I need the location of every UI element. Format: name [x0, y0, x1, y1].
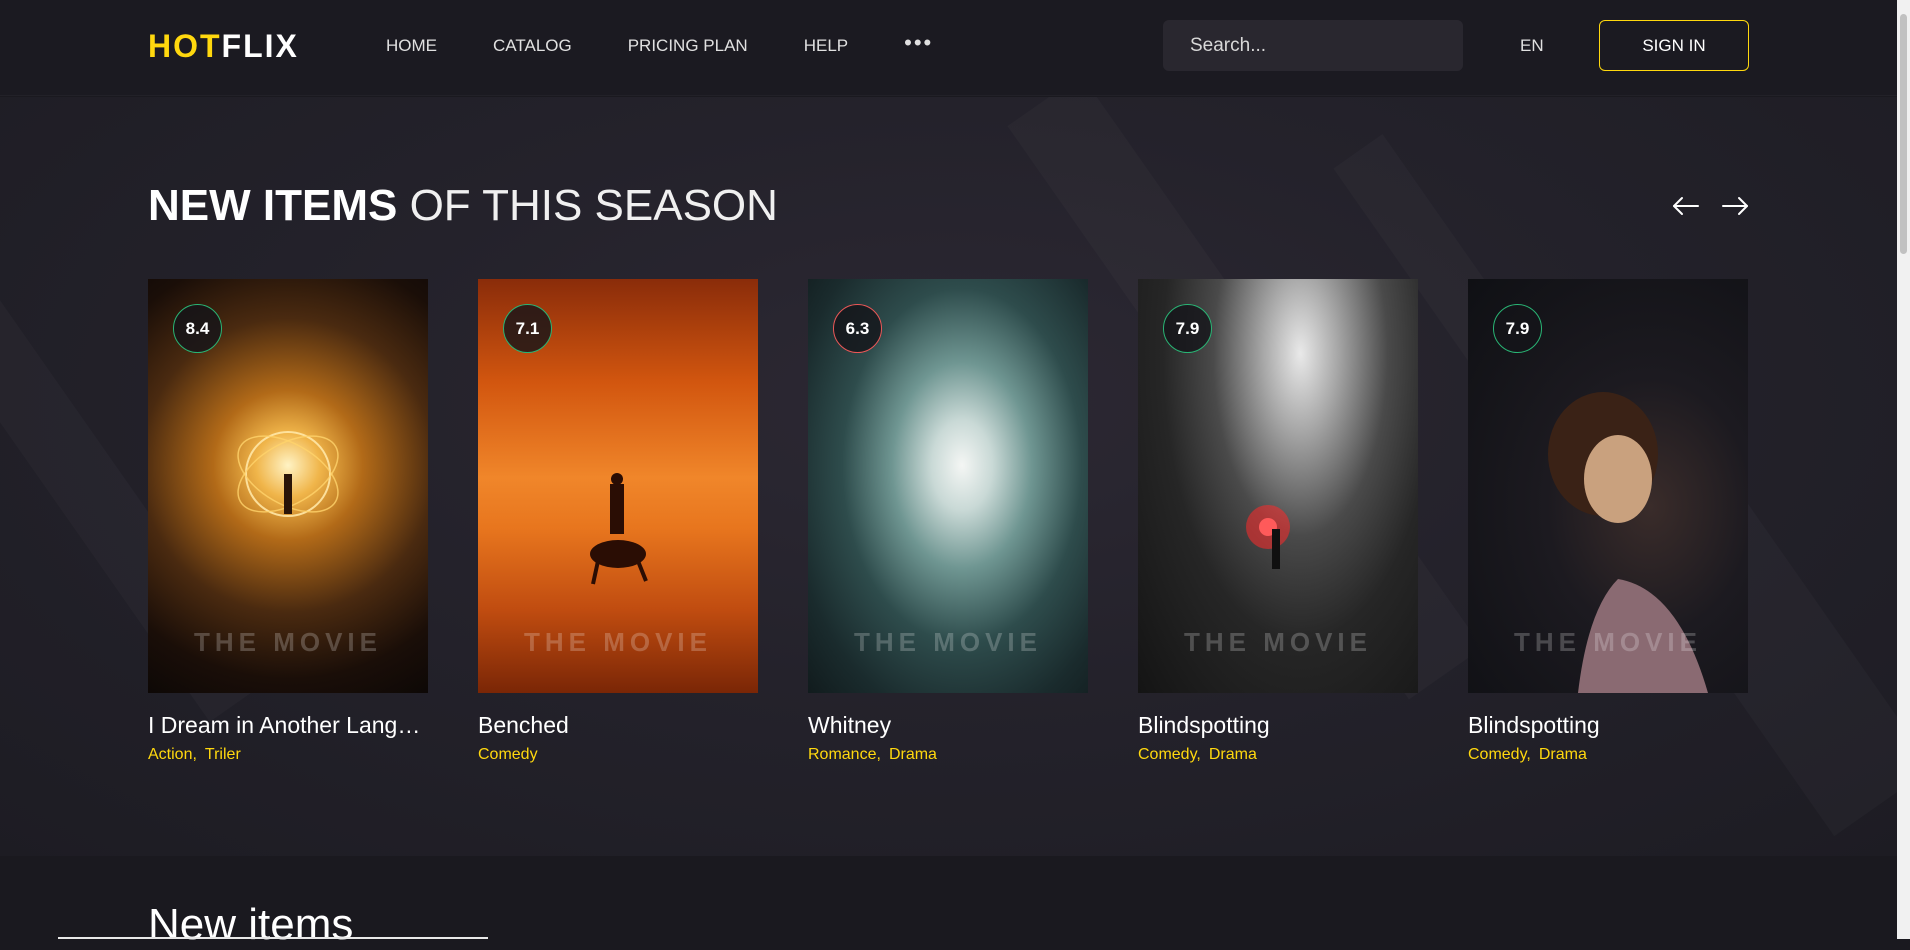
genre-link[interactable]: Drama [1209, 746, 1257, 763]
movie-card[interactable]: THE MOVIE 7.9 Blindspotting Comedy, Drama [1138, 279, 1418, 765]
rating-badge: 7.9 [1163, 304, 1212, 353]
genre-link[interactable]: Action [148, 746, 192, 763]
poster-watermark: THE MOVIE [1183, 627, 1372, 657]
section-title-light: OF THIS SEASON [409, 181, 778, 230]
section-title: NEW ITEMS OF THIS SEASON [148, 181, 778, 231]
genre-link[interactable]: Comedy [1468, 746, 1526, 763]
genre-separator: , [1196, 746, 1201, 763]
poster-watermark: THE MOVIE [523, 627, 712, 657]
search-box [1163, 20, 1463, 71]
movie-genres: Comedy [478, 745, 758, 765]
movie-title[interactable]: Blindspotting [1138, 711, 1418, 739]
sign-in-button[interactable]: SIGN IN [1599, 20, 1749, 71]
more-menu-icon[interactable]: ••• [904, 32, 933, 54]
movie-poster[interactable]: THE MOVIE 7.1 [478, 279, 758, 693]
poster-watermark: THE MOVIE [853, 627, 1042, 657]
logo-part-flix: FLIX [221, 28, 299, 64]
main-nav: HOME CATALOG PRICING PLAN HELP ••• [386, 32, 933, 56]
movie-title[interactable]: I Dream in Another Language [148, 711, 428, 739]
movie-poster[interactable]: THE MOVIE 8.4 [148, 279, 428, 693]
nav-item-home[interactable]: HOME [386, 36, 437, 56]
movie-poster[interactable]: THE MOVIE 7.9 [1138, 279, 1418, 693]
genre-link[interactable]: Drama [1539, 746, 1587, 763]
scrollbar-thumb[interactable] [1900, 14, 1907, 254]
movie-poster[interactable]: THE MOVIE 6.3 [808, 279, 1088, 693]
rating-badge: 7.1 [503, 304, 552, 353]
movie-title[interactable]: Whitney [808, 711, 1088, 739]
rating-badge: 7.9 [1493, 304, 1542, 353]
movie-genres: Action, Triler [148, 745, 428, 765]
nav-item-help[interactable]: HELP [804, 36, 848, 56]
genre-separator: , [192, 746, 197, 763]
movie-poster[interactable]: THE MOVIE 7.9 [1468, 279, 1748, 693]
arrow-left-icon[interactable] [1670, 190, 1702, 222]
new-items-heading: New items [148, 900, 354, 949]
nav-item-catalog[interactable]: CATALOG [493, 36, 572, 56]
section-title-bold: NEW ITEMS [148, 181, 398, 230]
movie-genres: Comedy, Drama [1138, 745, 1418, 765]
poster-watermark: THE MOVIE [193, 627, 382, 657]
genre-link[interactable]: Comedy [1138, 746, 1196, 763]
movie-genres: Comedy, Drama [1468, 745, 1748, 765]
scrollbar[interactable] [1897, 0, 1910, 939]
movie-card[interactable]: THE MOVIE 8.4 I Dream in Another Languag… [148, 279, 428, 765]
language-selector[interactable]: EN [1520, 36, 1544, 56]
genre-separator: , [1526, 746, 1531, 763]
genre-link[interactable]: Drama [889, 746, 937, 763]
genre-link[interactable]: Romance [808, 746, 876, 763]
movie-card[interactable]: THE MOVIE 7.1 Benched Comedy [478, 279, 758, 765]
search-input[interactable] [1163, 20, 1413, 71]
genre-link[interactable]: Comedy [478, 746, 538, 763]
logo[interactable]: HOTFLIX [148, 28, 299, 64]
nav-item-pricing-plan[interactable]: PRICING PLAN [628, 36, 748, 56]
rating-badge: 6.3 [833, 304, 882, 353]
movie-card[interactable]: THE MOVIE 6.3 Whitney Romance, Drama [808, 279, 1088, 765]
logo-part-hot: HOT [148, 28, 222, 64]
movie-title[interactable]: Blindspotting [1468, 711, 1748, 739]
rating-badge: 8.4 [173, 304, 222, 353]
movie-card[interactable]: THE MOVIE 7.9 Blindspotting Comedy, Drama [1468, 279, 1748, 765]
arrow-right-icon[interactable] [1719, 190, 1751, 222]
movie-title[interactable]: Benched [478, 711, 758, 739]
genre-separator: , [876, 746, 881, 763]
genre-link[interactable]: Triler [205, 746, 241, 763]
movie-genres: Romance, Drama [808, 745, 1088, 765]
poster-watermark: THE MOVIE [1513, 627, 1702, 657]
